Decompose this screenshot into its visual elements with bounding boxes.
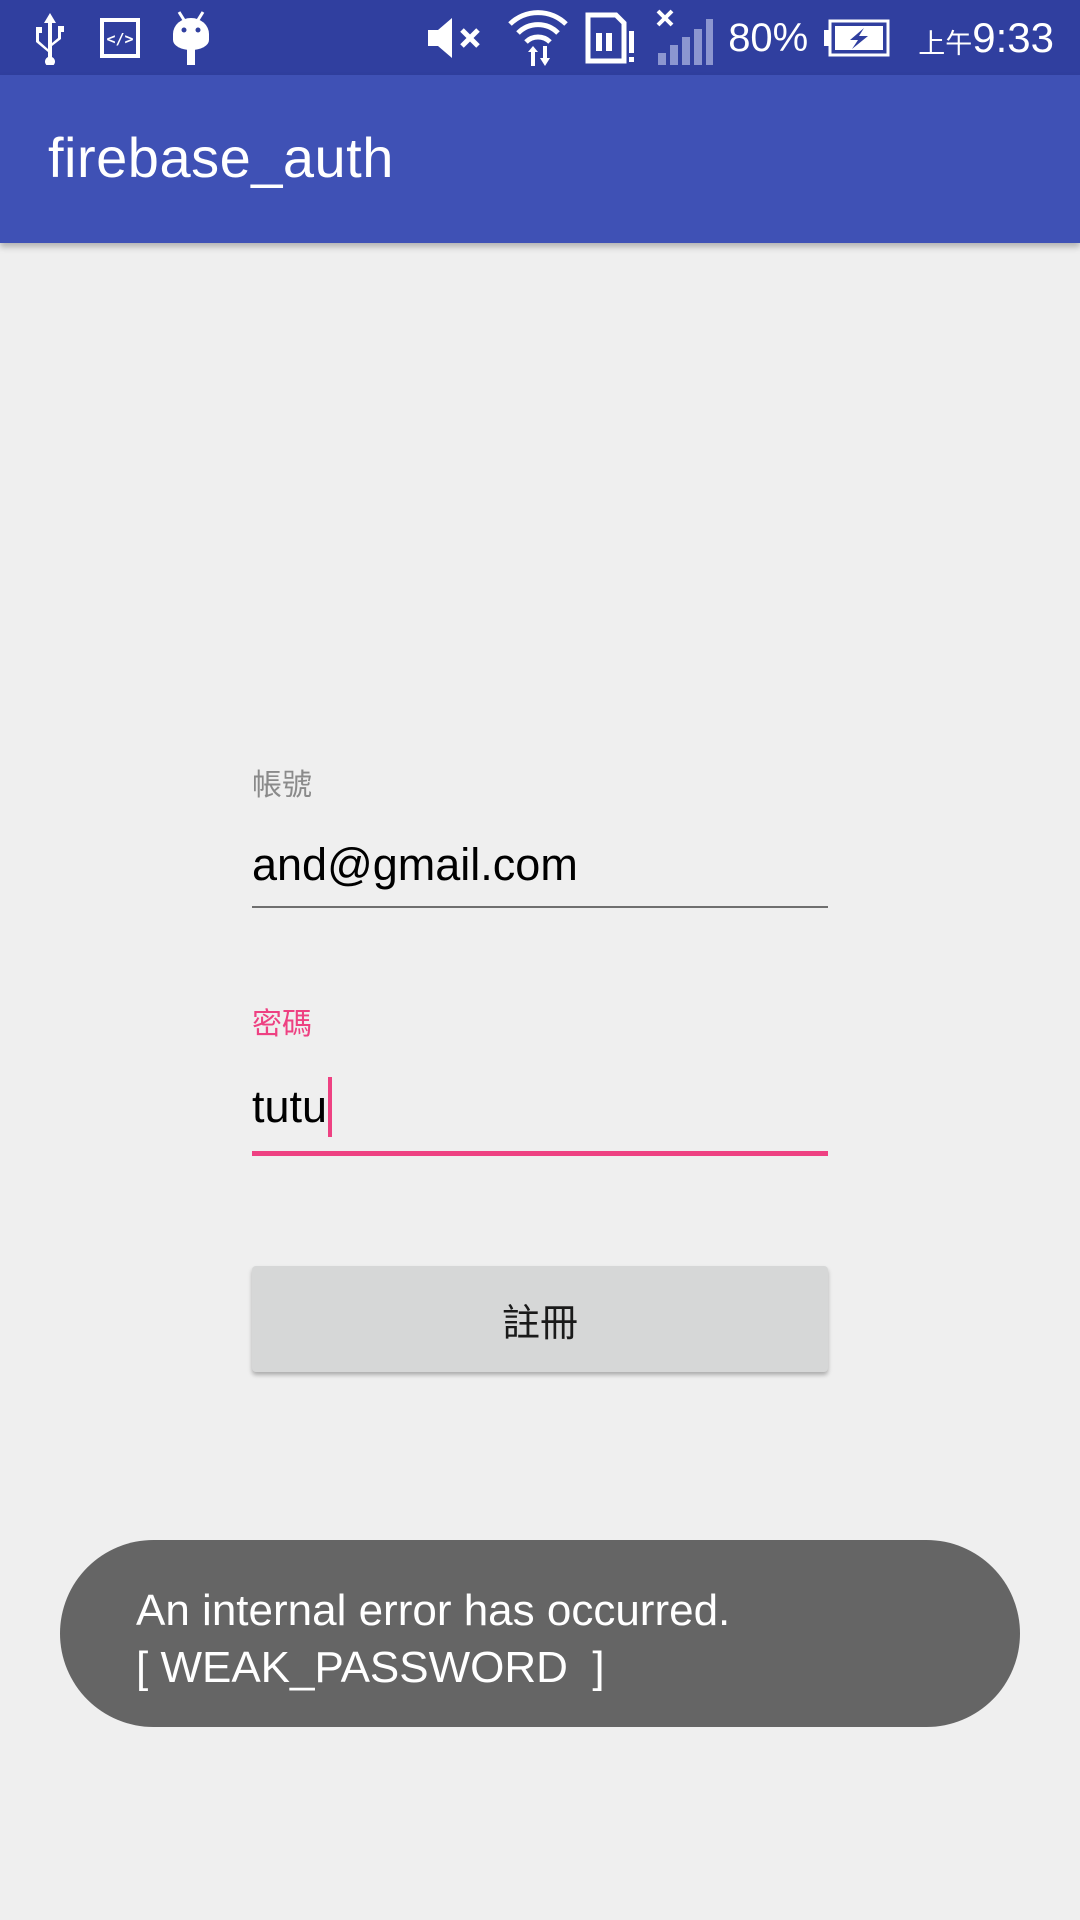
app-bar: firebase_auth	[0, 75, 1080, 243]
clock-prefix: 上午	[918, 28, 973, 60]
no-signal-icon	[656, 9, 714, 65]
password-label: 密碼	[252, 1007, 312, 1042]
register-button-label: 註冊	[501, 1300, 578, 1345]
account-underline	[252, 906, 828, 908]
toast-message-line-1: An internal error has occurred.	[136, 1586, 731, 1635]
account-input[interactable]: and@gmail.com	[252, 838, 828, 892]
password-input[interactable]: tutu	[252, 1077, 828, 1137]
wifi-icon	[508, 10, 568, 66]
register-button[interactable]: 註冊	[252, 1266, 828, 1372]
app-title: firebase_auth	[48, 126, 394, 189]
account-label: 帳號	[252, 768, 312, 803]
muted-volume-icon	[428, 18, 480, 58]
sim-alert-icon	[585, 12, 635, 64]
svg-text:</>: </>	[106, 30, 133, 48]
account-value: and@gmail.com	[252, 839, 578, 890]
battery-percent: 80%	[728, 15, 809, 60]
status-icons-right: 80% 上午 9:33	[426, 8, 1054, 68]
usb-icon	[36, 13, 64, 65]
text-cursor	[328, 1077, 333, 1137]
battery-charging-icon	[824, 19, 890, 57]
password-underline	[252, 1151, 828, 1156]
android-debug-icon	[173, 11, 209, 65]
password-field[interactable]: 密碼 tutu	[252, 1007, 828, 1156]
status-icons-left: </>	[30, 8, 212, 68]
developer-code-icon: </>	[100, 18, 140, 58]
account-field[interactable]: 帳號 and@gmail.com	[252, 768, 828, 908]
clock: 9:33	[972, 14, 1054, 61]
toast-message-line-2: [ WEAK_PASSWORD ]	[136, 1643, 605, 1692]
password-value: tutu	[252, 1081, 328, 1132]
status-bar: </> 80% 上午 9:33	[0, 0, 1080, 75]
error-toast: An internal error has occurred. [ WEAK_P…	[60, 1540, 1020, 1727]
